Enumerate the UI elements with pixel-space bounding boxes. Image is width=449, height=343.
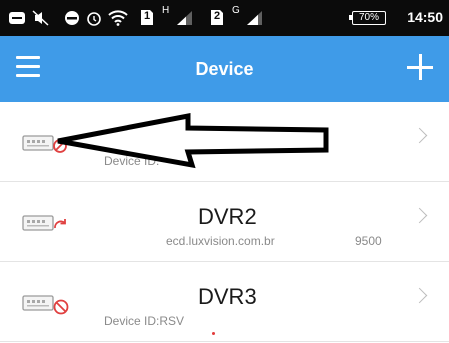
red-dot: [212, 332, 215, 335]
device-name: DVR3: [198, 284, 257, 309]
dvr-icon: [22, 215, 66, 231]
sim2-icon: 2: [210, 9, 224, 26]
disconnected-icon: [53, 139, 67, 153]
device-port: 9500: [355, 234, 382, 248]
chevron-right-icon: [411, 287, 428, 304]
chevron-right-icon: [411, 207, 428, 224]
battery-icon: 70%: [349, 11, 386, 25]
status-bar: 1 H 2 G 70% 14:50: [0, 0, 449, 36]
list-item-device-3[interactable]: DVR3 Device ID:RSV: [0, 262, 449, 342]
sim1-network-type: H: [162, 5, 170, 16]
list-item-device-1[interactable]: DVR1 Device ID:: [0, 102, 449, 182]
blocked-icon: [53, 299, 69, 315]
chevron-right-icon: [411, 127, 428, 144]
clock: 14:50: [407, 9, 443, 25]
signal-icon: [246, 9, 264, 26]
page-title: Device: [195, 59, 254, 79]
do-not-disturb-icon: [64, 9, 80, 26]
sim1-icon: 1: [140, 9, 154, 26]
device-id: Device ID:: [104, 154, 160, 168]
app-bar: Device: [0, 36, 449, 102]
add-icon[interactable]: [407, 54, 433, 80]
device-list: DVR1 Device ID: DVR2 ecd.luxvision.com.b…: [0, 102, 449, 342]
connecting-icon: [54, 219, 66, 229]
sim2-number: 2: [214, 10, 221, 22]
battery-level: 70%: [358, 12, 379, 23]
device-id: Device ID:RSV: [104, 314, 185, 328]
mute-icon: [32, 9, 50, 26]
list-item-device-2[interactable]: DVR2 ecd.luxvision.com.br 9500: [0, 182, 449, 262]
message-icon: [8, 9, 26, 26]
dvr-icon: [22, 135, 67, 153]
device-name: DVR2: [198, 204, 257, 229]
device-host: ecd.luxvision.com.br: [166, 234, 275, 248]
alarm-icon: [86, 9, 102, 26]
wifi-icon: [108, 9, 128, 26]
sim1-number: 1: [144, 10, 151, 22]
dvr-icon: [22, 295, 69, 315]
device-name: DVR1: [198, 124, 257, 149]
signal-icon: [176, 9, 194, 26]
sim2-network-type: G: [232, 5, 240, 16]
